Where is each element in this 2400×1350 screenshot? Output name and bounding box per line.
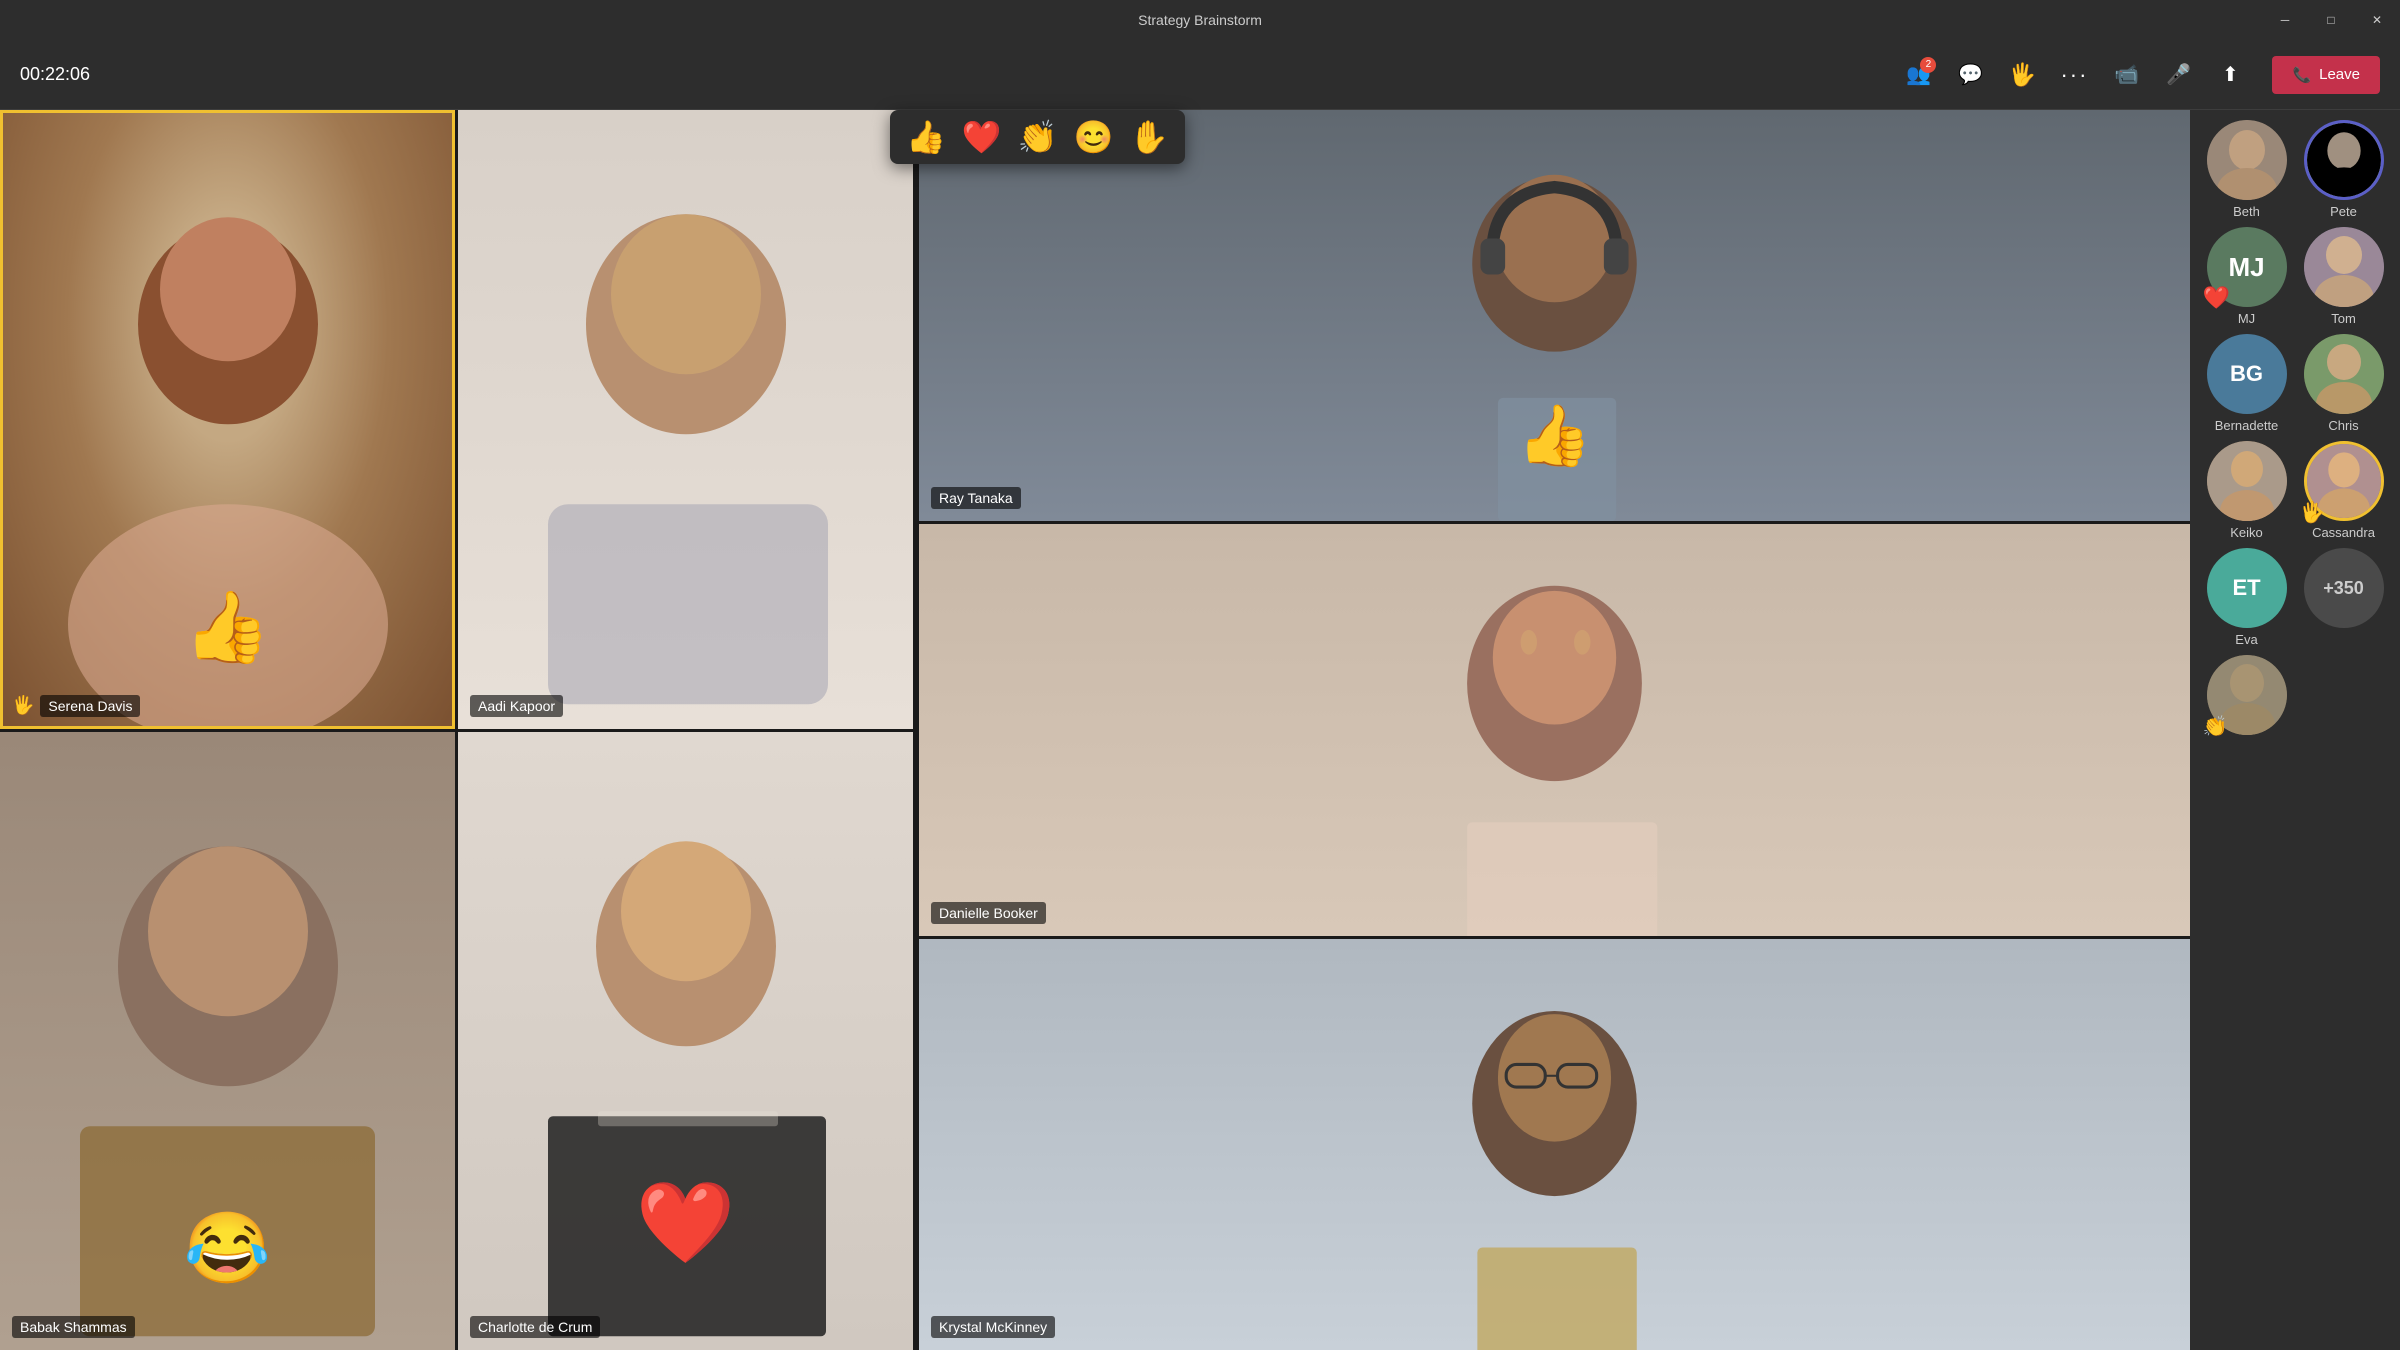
more-participants-button[interactable]: +350 <box>2304 548 2384 628</box>
reaction-hand[interactable]: ✋ <box>1129 118 1169 156</box>
leave-label: Leave <box>2319 66 2360 83</box>
toolbar: 00:22:06 👥 2 💬 🖐 ··· 📹 🎤 ⬆ 📞 Leave <box>0 40 2400 110</box>
eva-name: Eva <box>2235 632 2257 647</box>
maximize-button[interactable]: □ <box>2308 0 2354 40</box>
mj-avatar-wrapper: MJ ❤️ <box>2207 227 2287 307</box>
danielle-name-label: Danielle Booker <box>931 902 1046 924</box>
reaction-smile[interactable]: 😊 <box>1074 118 1114 156</box>
participant-more[interactable]: +350 <box>2295 548 2392 647</box>
participants-row-1: Beth Pete <box>2198 120 2392 219</box>
extra-avatar-wrapper: 👏 <box>2207 655 2287 735</box>
chris-avatar <box>2304 334 2384 414</box>
participants-icon[interactable]: 👥 2 <box>1896 53 1940 97</box>
ray-reaction: 👍 <box>1517 400 1592 471</box>
participants-row-5: ET Eva +350 <box>2198 548 2392 647</box>
chris-name: Chris <box>2328 418 2358 433</box>
participant-keiko[interactable]: Keiko <box>2198 441 2295 540</box>
chat-icon[interactable]: 💬 <box>1948 53 1992 97</box>
charlotte-reaction: ❤️ <box>636 1176 736 1270</box>
participants-row-4: Keiko 🖐 Cassandra <box>2198 441 2392 540</box>
extra-reaction: 👏 <box>2203 714 2228 739</box>
eva-avatar: ET <box>2207 548 2287 628</box>
video-grid-left: 👍 🖐 Serena Davis Aadi Kapoor <box>0 110 916 1350</box>
beth-avatar <box>2207 120 2287 200</box>
participants-row-6: 👏 <box>2198 655 2392 735</box>
beth-avatar-wrapper <box>2207 120 2287 200</box>
cassandra-reaction: 🖐 <box>2300 500 2325 525</box>
bernadette-avatar: BG <box>2207 334 2287 414</box>
activities-icon[interactable]: 🖐 <box>2000 53 2044 97</box>
tom-name: Tom <box>2331 311 2356 326</box>
microphone-icon[interactable]: 🎤 <box>2156 53 2200 97</box>
title-bar: Strategy Brainstorm ─ □ ✕ <box>0 0 2400 40</box>
window-title: Strategy Brainstorm <box>1138 12 1262 28</box>
participant-eva[interactable]: ET Eva <box>2198 548 2295 647</box>
toolbar-icons: 👥 2 💬 🖐 ··· 📹 🎤 ⬆ <box>1896 53 2252 97</box>
cassandra-name: Cassandra <box>2312 525 2375 540</box>
share-screen-icon[interactable]: ⬆ <box>2208 53 2252 97</box>
participant-pete[interactable]: Pete <box>2295 120 2392 219</box>
reaction-clap[interactable]: 👏 <box>1018 118 1058 156</box>
serena-name-label: Serena Davis <box>40 695 140 717</box>
beth-name: Beth <box>2233 204 2260 219</box>
ray-name-label: Ray Tanaka <box>931 487 1021 509</box>
eva-avatar-wrapper: ET <box>2207 548 2287 628</box>
leave-button[interactable]: 📞 Leave <box>2272 56 2380 94</box>
krystal-name-label: Krystal McKinney <box>931 1316 1055 1338</box>
reaction-heart[interactable]: ❤️ <box>962 118 1002 156</box>
aadi-name-label: Aadi Kapoor <box>470 695 563 717</box>
video-tile-ray[interactable]: 👍 Ray Tanaka <box>919 110 2190 521</box>
video-tile-aadi[interactable]: Aadi Kapoor <box>458 110 913 729</box>
main-area: 👍 🖐 Serena Davis Aadi Kapoor <box>0 110 2400 1350</box>
video-tile-danielle[interactable]: Danielle Booker <box>919 524 2190 935</box>
pete-name: Pete <box>2330 204 2357 219</box>
charlotte-name-label: Charlotte de Crum <box>470 1316 600 1338</box>
keiko-avatar <box>2207 441 2287 521</box>
video-tile-charlotte[interactable]: ❤️ Charlotte de Crum <box>458 732 913 1350</box>
video-content-area: 👍 🖐 Serena Davis Aadi Kapoor <box>0 110 2190 1350</box>
tom-avatar-wrapper <box>2304 227 2384 307</box>
pete-avatar-wrapper <box>2304 120 2384 200</box>
mj-name: MJ <box>2238 311 2255 326</box>
window-controls: ─ □ ✕ <box>2262 0 2400 40</box>
participant-cassandra[interactable]: 🖐 Cassandra <box>2295 441 2392 540</box>
serena-hand-icon: 🖐 <box>12 695 34 716</box>
video-tile-serena[interactable]: 👍 🖐 Serena Davis <box>0 110 455 729</box>
participants-sidebar: Beth Pete <box>2190 110 2400 1350</box>
close-button[interactable]: ✕ <box>2354 0 2400 40</box>
pete-avatar <box>2304 120 2384 200</box>
video-grid-right: 👍 Ray Tanaka Danielle Booker <box>919 110 2190 1350</box>
call-timer: 00:22:06 <box>20 64 90 85</box>
tom-avatar <box>2304 227 2384 307</box>
more-options-icon[interactable]: ··· <box>2052 53 2096 97</box>
camera-icon[interactable]: 📹 <box>2104 53 2148 97</box>
keiko-avatar-wrapper <box>2207 441 2287 521</box>
participants-row-2: MJ ❤️ MJ Tom <box>2198 227 2392 326</box>
participant-chris[interactable]: Chris <box>2295 334 2392 433</box>
participant-mj[interactable]: MJ ❤️ MJ <box>2198 227 2295 326</box>
bernadette-avatar-wrapper: BG <box>2207 334 2287 414</box>
participant-bernadette[interactable]: BG Bernadette <box>2198 334 2295 433</box>
participant-extra[interactable]: 👏 <box>2198 655 2295 735</box>
participants-badge: 2 <box>1920 57 1936 73</box>
participants-row-3: BG Bernadette Chris <box>2198 334 2392 433</box>
minimize-button[interactable]: ─ <box>2262 0 2308 40</box>
cassandra-avatar-wrapper: 🖐 <box>2304 441 2384 521</box>
video-tile-krystal[interactable]: Krystal McKinney <box>919 939 2190 1350</box>
reaction-thumbsup[interactable]: 👍 <box>906 118 946 156</box>
video-tile-babak[interactable]: 😂 Babak Shammas <box>0 732 455 1350</box>
mj-reaction: ❤️ <box>2203 285 2230 311</box>
participant-beth[interactable]: Beth <box>2198 120 2295 219</box>
leave-phone-icon: 📞 <box>2292 66 2311 84</box>
babak-name-label: Babak Shammas <box>12 1316 135 1338</box>
bernadette-name: Bernadette <box>2215 418 2279 433</box>
participant-tom[interactable]: Tom <box>2295 227 2392 326</box>
chris-avatar-wrapper <box>2304 334 2384 414</box>
reaction-bar: 👍 ❤️ 👏 😊 ✋ <box>890 110 1185 164</box>
keiko-name: Keiko <box>2230 525 2263 540</box>
